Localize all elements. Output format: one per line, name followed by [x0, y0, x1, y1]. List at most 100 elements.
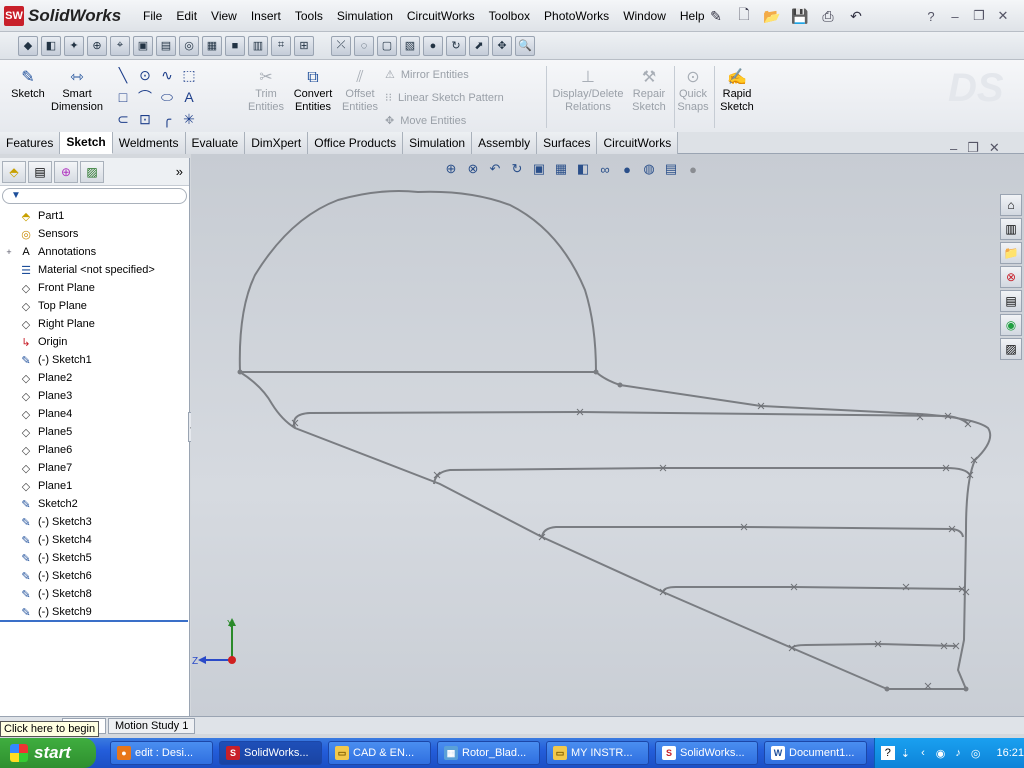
apply-scene-icon[interactable]: ◍ — [640, 160, 658, 178]
new-document-icon[interactable]: 🗋 — [733, 5, 755, 27]
tree-item[interactable]: ◇ Plane5 — [0, 423, 188, 441]
rectangle-icon[interactable]: □ — [112, 86, 134, 108]
appearances-icon[interactable]: ◉ — [1000, 314, 1022, 336]
tree-item[interactable]: ✎ (-) Sketch4 — [0, 531, 188, 549]
pan-icon[interactable]: ✥ — [492, 35, 512, 56]
display-delete-relations-button[interactable]: ⊥ Display/Delete Relations — [552, 66, 624, 114]
section-view-icon[interactable]: ▣ — [530, 160, 548, 178]
ellipse-icon[interactable]: ⬭ — [156, 86, 178, 108]
tab-circuitworks[interactable]: CircuitWorks — [597, 131, 679, 154]
taskbar-item-firefox[interactable]: ● edit : Desi... — [110, 741, 213, 765]
smart-dimension-button[interactable]: ⇿ Smart Dimension — [50, 66, 104, 114]
sketch-point[interactable] — [617, 382, 623, 388]
taskbar-item-word[interactable]: W Document1... — [764, 741, 867, 765]
sketch-point[interactable] — [884, 686, 890, 692]
repair-sketch-button[interactable]: ⚒ Repair Sketch — [628, 66, 670, 114]
tree-item[interactable]: ◇ Right Plane — [0, 315, 188, 333]
tab-weldments[interactable]: Weldments — [112, 131, 186, 154]
tab-assembly[interactable]: Assembly — [472, 131, 538, 154]
tree-item[interactable]: ◇ Plane2 — [0, 369, 188, 387]
collapse-tray-icon[interactable]: ‹ — [916, 746, 930, 760]
antivirus-icon[interactable]: ◉ — [934, 746, 948, 760]
home-icon[interactable]: ⌂ — [1000, 194, 1022, 216]
menu-window[interactable]: Window — [616, 0, 673, 32]
rollback-bar[interactable] — [0, 620, 188, 622]
expand-panel-icon[interactable]: » — [176, 164, 183, 179]
section-view-icon[interactable]: ▣ — [133, 35, 153, 56]
taskbar-item-solidworks-doc[interactable]: S SolidWorks... — [655, 741, 758, 765]
zoom-icon[interactable]: 🔍 — [515, 35, 535, 56]
fillet-icon[interactable]: ╭ — [156, 108, 178, 130]
help-icon[interactable]: ? — [881, 746, 895, 760]
sketch-button[interactable]: ✎ Sketch — [8, 66, 48, 101]
restore-icon[interactable]: ❐ — [968, 5, 990, 27]
taskbar-item-my-instr[interactable]: ▭ MY INSTR... — [546, 741, 649, 765]
zoom-to-fit-icon[interactable]: ⊕ — [442, 160, 460, 178]
tab-simulation[interactable]: Simulation — [403, 131, 473, 154]
open-folder-icon[interactable]: 📂 — [761, 5, 783, 27]
tree-item[interactable]: ✎ (-) Sketch8 — [0, 585, 188, 603]
color-cube-icon[interactable]: ■ — [225, 35, 245, 56]
tree-item[interactable]: ✎ Sketch2 — [0, 495, 188, 513]
menu-simulation[interactable]: Simulation — [330, 0, 400, 32]
tree-item[interactable]: ✎ (-) Sketch9 — [0, 603, 188, 621]
transform-icon[interactable]: ⬈ — [469, 35, 489, 56]
circle-icon[interactable]: ⊙ — [134, 64, 156, 86]
tree-item[interactable]: ◇ Front Plane — [0, 279, 188, 297]
configuration-manager-tab-icon[interactable]: ⊕ — [54, 160, 78, 183]
shaded-icon[interactable]: ◧ — [41, 35, 61, 56]
arc-icon[interactable]: ⌒ — [134, 86, 156, 108]
appearance-icon[interactable]: ▦ — [202, 35, 222, 56]
menu-insert[interactable]: Insert — [244, 0, 288, 32]
wifi-icon[interactable]: ◎ — [969, 746, 983, 760]
linear-sketch-pattern-button[interactable]: ⁝⁝ Linear Sketch Pattern — [385, 91, 504, 105]
sketch-relations-icon[interactable]: ⤫ — [331, 35, 351, 56]
tree-item[interactable]: ◇ Plane1 — [0, 477, 188, 495]
tree-item[interactable]: ↳ Origin — [0, 333, 188, 351]
rotate-icon[interactable]: ↻ — [446, 35, 466, 56]
zoom-to-area-icon[interactable]: ⊗ — [464, 160, 482, 178]
sketch-point[interactable] — [963, 686, 969, 692]
move-entities-button[interactable]: ✥ Move Entities — [385, 114, 466, 128]
edit-appearance-icon[interactable]: ● — [618, 160, 636, 178]
help-icon[interactable]: ? — [920, 5, 942, 27]
tree-item[interactable]: ◎ Sensors — [0, 225, 188, 243]
trim-entities-button[interactable]: ✂ Trim Entities — [246, 66, 286, 114]
hide-show-items-icon[interactable]: ∞ — [596, 160, 614, 178]
tab-office-products[interactable]: Office Products — [308, 131, 404, 154]
menu-circuitworks[interactable]: CircuitWorks — [400, 0, 482, 32]
text-icon[interactable]: A — [178, 86, 200, 108]
materials-icon[interactable]: ◎ — [179, 35, 199, 56]
tree-item[interactable]: ✎ (-) Sketch3 — [0, 513, 188, 531]
refresh-view-icon[interactable]: ↻ — [508, 160, 526, 178]
offset-entities-button[interactable]: ⫽ Offset Entities — [340, 66, 380, 114]
tree-filter-input[interactable]: ▼ — [2, 188, 187, 204]
tree-item[interactable]: ✎ (-) Sketch1 — [0, 351, 188, 369]
menu-file[interactable]: File — [136, 0, 169, 32]
file-explorer-icon[interactable]: 📁 — [1000, 242, 1022, 264]
point-icon[interactable]: ✳ — [178, 108, 200, 130]
graphics-area[interactable] — [191, 154, 1024, 716]
menu-tools[interactable]: Tools — [288, 0, 330, 32]
tab-dimxpert[interactable]: DimXpert — [245, 131, 309, 154]
minimize-icon[interactable]: – — [944, 5, 966, 27]
box-view-icon[interactable]: ▢ — [377, 35, 397, 56]
menu-view[interactable]: View — [204, 0, 244, 32]
slot-icon[interactable]: ⊂ — [112, 108, 134, 130]
mirror-entities-button[interactable]: ⚠ Mirror Entities — [385, 68, 469, 82]
spline-icon[interactable]: ∿ — [156, 64, 178, 86]
taskbar-item-solidworks[interactable]: S SolidWorks... — [219, 741, 322, 765]
tab-evaluate[interactable]: Evaluate — [185, 131, 246, 154]
save-icon[interactable]: 💾 — [789, 5, 811, 27]
ruler-icon[interactable]: ⊞ — [294, 35, 314, 56]
tree-item[interactable]: ◇ Plane7 — [0, 459, 188, 477]
previous-view-icon[interactable]: ↶ — [486, 160, 504, 178]
view-settings-icon[interactable]: ▤ — [662, 160, 680, 178]
clock[interactable]: 16:21 — [996, 747, 1024, 759]
display-style-icon[interactable]: ◧ — [574, 160, 592, 178]
tab-motion-study-1[interactable]: Motion Study 1 — [107, 717, 196, 734]
realview-icon[interactable]: ● — [684, 160, 702, 178]
hole-wizard-icon[interactable]: ⊕ — [87, 35, 107, 56]
tree-item[interactable]: ◇ Plane3 — [0, 387, 188, 405]
tree-item[interactable]: + A Annotations — [0, 243, 188, 261]
